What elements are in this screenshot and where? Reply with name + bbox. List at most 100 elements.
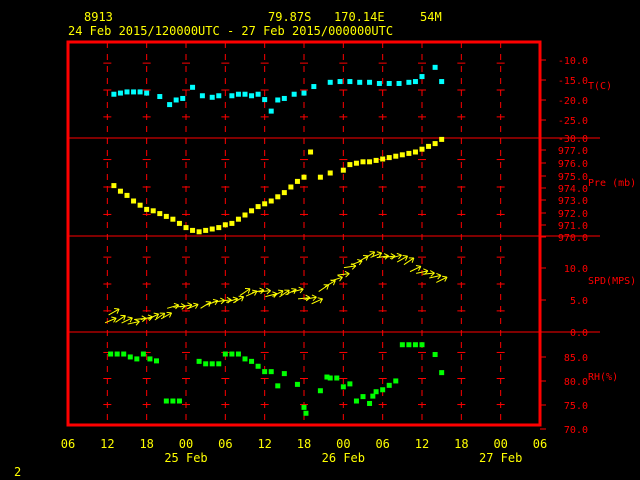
rh-point (108, 351, 114, 357)
wind-arrow (364, 251, 376, 259)
meteogram-chart: -10.0 -15.0 -20.0 -25.0 -30.0 T(C) 977.0 976.0 9… (61, 40, 636, 465)
temperature-point (412, 79, 418, 85)
x-date-label: 25 Feb (164, 451, 207, 465)
pressure-point (170, 216, 176, 222)
y-axis-label: RH(%) (588, 372, 618, 383)
wind-arrow (330, 275, 343, 282)
rh-point (340, 384, 346, 390)
y-axis-label: Pre (mb) (588, 178, 636, 189)
x-tick-label: 06 (61, 437, 75, 451)
x-date-label: 27 Feb (479, 451, 522, 465)
pressure-point (301, 174, 307, 180)
temperature-point (376, 80, 382, 86)
x-tick-label: 00 (179, 437, 193, 451)
rh-point (281, 371, 287, 377)
rh-point (301, 404, 307, 410)
pressure-point (380, 156, 386, 162)
temperature-point (190, 84, 196, 90)
pressure-point (209, 226, 215, 232)
x-tick-label: 18 (139, 437, 153, 451)
wind-arrow (154, 312, 166, 321)
x-tick-label: 06 (375, 437, 389, 451)
rh-point (406, 342, 412, 348)
pressure-point (229, 220, 235, 226)
y-tick-label: -15.0 (558, 76, 588, 87)
x-tick-label: 00 (336, 437, 350, 451)
temperature-point (311, 84, 317, 90)
temperature-point (173, 97, 179, 103)
wind-arrow (370, 251, 383, 258)
pressure-point (203, 227, 209, 233)
temperature-point (347, 79, 353, 85)
pressure-point (222, 222, 228, 228)
x-tick-label: 12 (257, 437, 271, 451)
temperature-point (249, 93, 255, 99)
x-tick-label: 06 (533, 437, 547, 451)
y-tick-label: 10.0 (564, 264, 588, 275)
y-tick-label: 976.0 (558, 159, 588, 170)
pressure-point (317, 174, 323, 180)
pressure-point (367, 159, 373, 165)
wind-arrow (291, 286, 304, 294)
wind-arrow (121, 316, 133, 324)
y-tick-label: 972.0 (558, 209, 588, 220)
pressure-point (124, 192, 130, 198)
pressure-point (111, 183, 117, 189)
temperature-point (419, 74, 425, 80)
rh-point (303, 410, 309, 416)
temperature-point (216, 93, 222, 99)
rh-point (386, 382, 392, 388)
rh-point (294, 381, 300, 387)
pressure-point (393, 153, 399, 159)
temperature-point (157, 94, 163, 100)
pressure-point (327, 170, 333, 176)
pressure-point (255, 204, 261, 210)
pressure-point (399, 152, 405, 158)
y-axis-label: T(C) (588, 81, 612, 92)
pressure-point (196, 229, 202, 235)
rh-point (317, 388, 323, 394)
pressure-point (144, 206, 150, 212)
y-tick-label: -10.0 (558, 56, 588, 67)
temperature-point (137, 89, 143, 95)
temperature-point (396, 80, 402, 86)
wind-arrow (324, 279, 336, 288)
x-tick-label: 00 (493, 437, 507, 451)
pressure-point (412, 149, 418, 155)
rh-point (121, 351, 127, 357)
rh-point (249, 358, 255, 364)
rh-point (399, 342, 405, 348)
wind-arrow (186, 302, 199, 310)
y-tick-label: 971.0 (558, 221, 588, 232)
rh-point (209, 361, 215, 367)
rh-point (432, 352, 438, 358)
rh-point (367, 400, 373, 406)
pressure-point (262, 201, 268, 207)
y-tick-label: 85.0 (564, 353, 588, 364)
y-tick-label: -25.0 (558, 116, 588, 127)
temperature-point (262, 97, 268, 103)
pressure-point (360, 159, 366, 165)
rh-point (216, 361, 222, 367)
y-tick-label: 80.0 (564, 377, 588, 388)
y-tick-label: 70.0 (564, 425, 588, 436)
pressure-point (353, 160, 359, 166)
x-tick-label: 12 (415, 437, 429, 451)
y-tick-label: -30.0 (558, 134, 588, 145)
pressure-point (281, 190, 287, 196)
temperature-point (131, 89, 137, 95)
wind-arrow (166, 302, 180, 310)
pressure-point (275, 194, 281, 200)
temperature-point (268, 108, 274, 114)
temperature-point (291, 91, 297, 97)
y-tick-label: 974.0 (558, 184, 588, 195)
temperature-point (209, 94, 215, 100)
pressure-point (288, 184, 294, 190)
wind-arrow (343, 263, 357, 270)
rh-point (222, 351, 228, 357)
pressure-point (242, 212, 248, 218)
x-date-label: 26 Feb (322, 451, 365, 465)
temperature-point (117, 90, 123, 96)
rh-point (147, 356, 153, 362)
wind-arrow (357, 255, 369, 263)
